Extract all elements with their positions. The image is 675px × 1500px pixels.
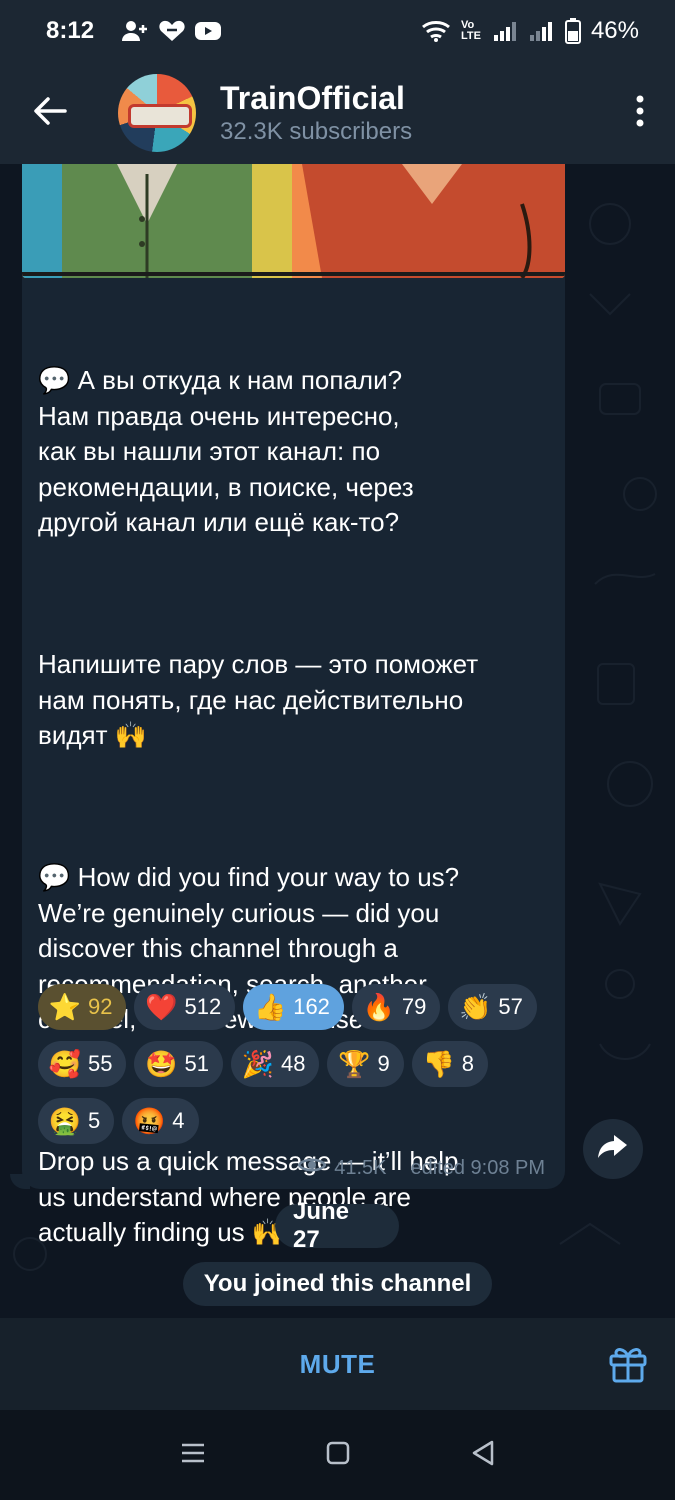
add-contact-icon (120, 19, 150, 43)
cursing-face-icon: 🤬 (133, 1106, 166, 1136)
reaction-smiling-hearts[interactable]: 🥰 55 (38, 1041, 127, 1087)
status-right: Vo LTE 46% (421, 17, 639, 45)
reaction-count: 4 (172, 1108, 185, 1133)
signal-icon-1 (493, 19, 519, 43)
reaction-count: 512 (184, 994, 222, 1019)
reaction-count: 51 (184, 1051, 209, 1076)
gift-button[interactable] (605, 1340, 651, 1386)
vomit-face-icon: 🤮 (48, 1106, 82, 1136)
post-paragraph-ru-1: 💬 А вы откуда к нам попали? Нам правда о… (38, 365, 414, 537)
mute-button[interactable]: MUTE (300, 1349, 376, 1380)
reaction-thumbs-down[interactable]: 👎 8 (411, 1041, 488, 1087)
reaction-heart[interactable]: ❤️ 512 (134, 984, 236, 1030)
battery-icon (564, 18, 581, 44)
status-time: 8:12 (46, 17, 95, 44)
share-arrow-icon (597, 1134, 629, 1165)
volte-label: Vo LTE (460, 19, 481, 42)
channel-title-block[interactable]: TrainOfficial 32.3K subscribers (220, 79, 605, 147)
chat-area[interactable]: 💬 А вы откуда к нам попали? Нам правда о… (0, 164, 675, 1318)
arrow-left-icon (33, 96, 67, 130)
bottom-bar: MUTE (0, 1318, 675, 1410)
reaction-count: 8 (461, 1051, 474, 1076)
chat-header: TrainOfficial 32.3K subscribers (0, 62, 675, 164)
notification-icons (120, 19, 222, 43)
reaction-count: 48 (280, 1051, 306, 1076)
party-popper-icon: 🎉 (241, 1049, 275, 1079)
home-square-icon (327, 1441, 350, 1464)
trophy-icon: 🏆 (338, 1049, 371, 1079)
reaction-count: 55 (88, 1051, 113, 1076)
reaction-count: 92 (88, 994, 113, 1019)
post-paragraph-ru-2: Напишите пару слов — это поможет нам пон… (38, 649, 479, 750)
star-icon: ⭐ (48, 992, 82, 1022)
eye-icon (297, 1156, 327, 1180)
reaction-trophy[interactable]: 🏆 9 (327, 1041, 404, 1087)
channel-post[interactable]: 💬 А вы откуда к нам попали? Нам правда о… (22, 164, 565, 1247)
channel-avatar[interactable] (118, 74, 196, 152)
battery-percent: 46% (590, 17, 639, 44)
more-vertical-icon (635, 95, 645, 132)
thumbs-up-icon: 👍 (254, 992, 287, 1022)
reaction-count: 162 (293, 994, 330, 1019)
smiling-hearts-icon: 🥰 (48, 1049, 82, 1079)
signal-icon-2 (529, 19, 555, 43)
reaction-vomit[interactable]: 🤮 5 (38, 1098, 115, 1144)
heart-shield-icon (158, 19, 186, 43)
reaction-star[interactable]: ⭐ 92 (38, 984, 127, 1030)
post-image[interactable] (22, 164, 565, 278)
clap-icon: 👏 (459, 992, 492, 1022)
reaction-count: 9 (377, 1051, 390, 1076)
post-meta: 41.5K edited 9:08 PM (297, 1156, 545, 1180)
reaction-count: 79 (401, 994, 427, 1019)
menu-lines-icon (182, 1443, 205, 1462)
reaction-star-struck[interactable]: 🤩 51 (134, 1041, 223, 1087)
joined-notice: You joined this channel (183, 1262, 492, 1306)
gift-icon (609, 1348, 647, 1383)
thumbs-down-icon: 👎 (422, 1049, 455, 1079)
edited-time: edited 9:08 PM (410, 1156, 545, 1179)
joined-label: You joined this channel (203, 1270, 472, 1297)
wifi-icon (421, 19, 451, 43)
recent-apps-button[interactable] (180, 1442, 206, 1469)
fire-icon: 🔥 (362, 992, 396, 1022)
triangle-back-icon (472, 1440, 494, 1465)
reaction-fire[interactable]: 🔥 79 (351, 984, 441, 1030)
reaction-count: 57 (498, 994, 523, 1019)
youtube-icon (194, 20, 222, 42)
system-nav-bar (0, 1410, 675, 1500)
system-back-button[interactable] (471, 1440, 495, 1471)
channel-name: TrainOfficial (220, 80, 405, 116)
reaction-cursing[interactable]: 🤬 4 (122, 1098, 199, 1144)
reaction-clap[interactable]: 👏 57 (448, 984, 537, 1030)
back-button[interactable] (0, 62, 100, 164)
date-separator: June 27 (275, 1198, 399, 1253)
reaction-thumbs-up[interactable]: 👍 162 (243, 984, 344, 1030)
star-struck-icon: 🤩 (145, 1049, 178, 1079)
view-count: 41.5K (334, 1156, 387, 1179)
share-button[interactable] (583, 1119, 643, 1179)
reactions-row: ⭐ 92 ❤️ 512 👍 162 🔥 79 👏 57 🥰 55 🤩 51 🎉 48 🏆 9 👎 8… (38, 984, 558, 1144)
more-menu-button[interactable] (605, 62, 675, 164)
reaction-party[interactable]: 🎉 48 (230, 1041, 320, 1087)
subscriber-count: 32.3K subscribers (220, 118, 413, 145)
heart-icon: ❤️ (145, 992, 178, 1022)
status-bar: 8:12 Vo LTE 46% (0, 0, 675, 62)
date-label: June 27 (293, 1198, 350, 1253)
home-button[interactable] (326, 1441, 350, 1470)
reaction-count: 5 (88, 1108, 101, 1133)
